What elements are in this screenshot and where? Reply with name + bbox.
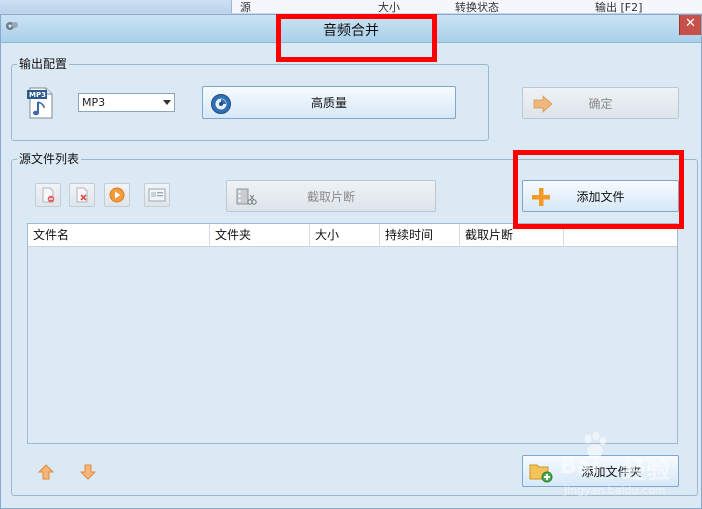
move-up-icon[interactable] (37, 463, 55, 481)
source-list-label: 源文件列表 (17, 152, 82, 166)
background-sidebar (0, 0, 232, 13)
background-app-header: 源 大小 转换状态 输出 [F2] (0, 0, 702, 14)
close-button[interactable]: ✕ (679, 15, 701, 35)
clip-segment-button-label: 截取片断 (306, 189, 355, 204)
info-card-icon (148, 188, 166, 202)
remove-file-button[interactable] (35, 183, 61, 207)
confirm-button[interactable]: 确定 (522, 87, 679, 119)
properties-button[interactable] (144, 183, 170, 207)
background-column-header: 输出 [F2] (595, 1, 643, 14)
chevron-down-icon (163, 100, 171, 105)
column-header-duration[interactable]: 持续时间 (380, 224, 460, 247)
background-column-header: 转换状态 (455, 1, 499, 14)
baidu-watermark: Bai 经验 jingyan.baidu.com (560, 432, 695, 502)
quality-button-label: 高质量 (310, 96, 347, 110)
watermark-url: jingyan.baidu.com (564, 484, 666, 497)
svg-text:MP3: MP3 (29, 91, 46, 99)
quality-gear-icon (211, 94, 231, 114)
watermark-brand-cn: 经验 (622, 456, 670, 484)
clear-list-button[interactable] (69, 183, 95, 207)
mp3-file-icon: MP3 (27, 87, 53, 119)
arrow-right-icon (533, 95, 553, 113)
highlight-box-add-file (513, 150, 684, 229)
file-list[interactable]: 文件名 文件夹 大小 持续时间 截取片断 (27, 223, 678, 444)
format-select[interactable]: MP3 (78, 93, 175, 112)
format-select-value: MP3 (82, 96, 106, 109)
quality-button[interactable]: 高质量 (202, 86, 456, 119)
confirm-button-label: 确定 (588, 96, 613, 111)
play-icon (109, 187, 125, 203)
move-down-icon[interactable] (79, 463, 97, 481)
watermark-brand: Bai (560, 454, 600, 479)
clip-segment-button[interactable]: 截取片断 (226, 180, 436, 212)
remove-icon (42, 187, 55, 203)
delete-icon (76, 187, 88, 203)
column-header-size[interactable]: 大小 (310, 224, 380, 247)
folder-add-icon (529, 464, 553, 483)
highlight-box-title (276, 14, 437, 62)
column-header-folder[interactable]: 文件夹 (210, 224, 310, 247)
background-column-header: 源 (240, 1, 251, 14)
play-button[interactable] (104, 183, 130, 207)
output-config-label: 输出配置 (17, 57, 70, 71)
film-scissors-icon (236, 188, 257, 205)
column-header-filename[interactable]: 文件名 (28, 224, 210, 247)
background-column-header: 大小 (378, 1, 400, 14)
